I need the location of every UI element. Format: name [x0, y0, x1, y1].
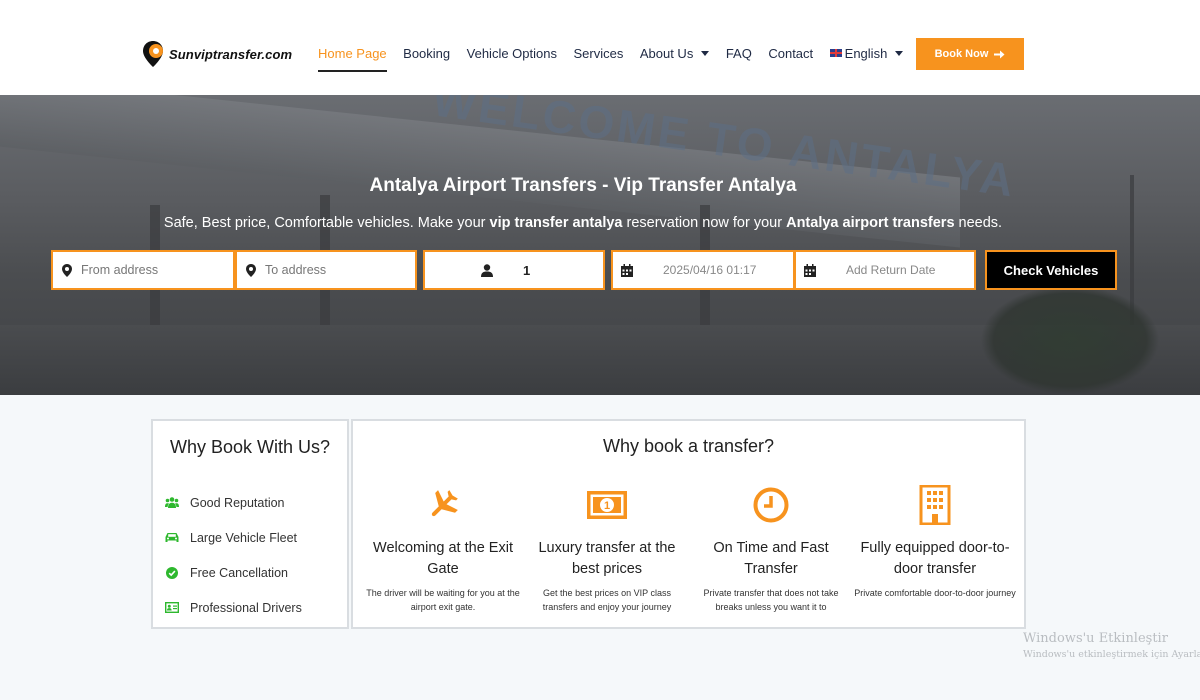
why-book-with-us-title: Why Book With Us?	[169, 437, 331, 457]
to-address-placeholder: To address	[265, 263, 327, 277]
why-book-with-us-list: Good Reputation Large Vehicle Fleet Free…	[165, 485, 302, 625]
to-address-input[interactable]: To address	[235, 250, 417, 290]
return-date-placeholder: Add Return Date	[846, 263, 936, 277]
check-vehicles-button[interactable]: Check Vehicles	[985, 250, 1117, 290]
list-item: Large Vehicle Fleet	[165, 520, 302, 555]
hero-banner: WELCOME TO ANTALYA Antalya Airport Trans…	[0, 95, 1200, 395]
watermark-line2: Windows'u etkinleştirmek için Ayarlar'a …	[1023, 649, 1200, 660]
list-item: Good Reputation	[165, 485, 302, 520]
nav-faq-label: FAQ	[725, 45, 752, 61]
logo-text: Sunviptransfer.com	[169, 46, 293, 62]
uk-flag-icon	[829, 49, 842, 57]
calendar-icon	[621, 263, 633, 277]
nav-home-page-label: Home Page	[318, 45, 387, 61]
check-vehicles-label: Check Vehicles	[1003, 262, 1099, 278]
from-address-placeholder: From address	[81, 263, 159, 277]
feature-title: Luxury transfer at the best prices	[538, 540, 676, 577]
list-item-label: Good Reputation	[190, 495, 285, 510]
list-item: Professional Drivers	[165, 590, 302, 625]
id-card-icon	[165, 601, 179, 615]
why-book-transfer-panel: Why book a transfer? Welcoming at the Ex…	[351, 419, 1026, 629]
logo-pin-icon	[143, 41, 163, 67]
book-now-button[interactable]: Book Now	[916, 38, 1024, 70]
nav-vehicle-options-label: Vehicle Options	[466, 45, 557, 61]
nav-faq[interactable]: FAQ	[726, 46, 752, 61]
main-menu: Home Page Booking Vehicle Options Servic…	[318, 44, 920, 72]
book-now-label: Book Now	[934, 48, 989, 60]
list-item-label: Free Cancellation	[190, 565, 288, 580]
list-item: Free Cancellation	[165, 555, 302, 590]
nav-about-us[interactable]: About Us	[639, 45, 710, 61]
hero-subtitle-bold: vip transfer antalya	[489, 215, 623, 231]
nav-about-us-label: About Us	[639, 45, 694, 61]
hero-title: Antalya Airport Transfers - Vip Transfer…	[369, 175, 797, 196]
feature-card: Fully equipped door-to-door transfer Pri…	[853, 485, 1017, 600]
feature-title: On Time and Fast Transfer	[713, 540, 829, 577]
feature-description: Get the best prices on VIP class transfe…	[542, 588, 672, 612]
hero-subtitle-text: reservation now for your	[622, 215, 787, 231]
nav-language-select[interactable]: English	[829, 45, 904, 61]
why-book-transfer-title: Why book a transfer?	[602, 436, 775, 456]
feature-card: Welcoming at the Exit Gate The driver wi…	[361, 485, 525, 614]
chevron-down-icon	[895, 50, 904, 56]
pickup-date-value: 2025/04/16 01:17	[663, 263, 757, 277]
nav-contact[interactable]: Contact	[768, 46, 813, 61]
svg-text:1: 1	[604, 500, 610, 512]
nav-booking-label: Booking	[403, 45, 451, 61]
nav-booking[interactable]: Booking	[403, 46, 450, 61]
feature-card: 1 Luxury transfer at the best prices Get…	[525, 485, 689, 614]
calendar-icon	[804, 263, 816, 277]
nav-home-page[interactable]: Home Page	[318, 45, 387, 72]
building-icon	[853, 485, 1017, 525]
windows-activation-watermark: Windows'u Etkinleştir Windows'u etkinleş…	[1023, 631, 1200, 660]
list-item-label: Large Vehicle Fleet	[190, 530, 298, 545]
car-icon	[165, 531, 179, 545]
transfer-search-form: From address To address 1 2025/04/16 01:…	[51, 250, 1117, 290]
passenger-count-input[interactable]: 1	[423, 250, 605, 290]
pickup-date-input[interactable]: 2025/04/16 01:17	[611, 250, 795, 290]
chevron-down-icon	[701, 50, 710, 56]
from-address-input[interactable]: From address	[51, 250, 235, 290]
plane-icon	[361, 485, 525, 525]
hero-subtitle-text: Safe, Best price, Comfortable vehicles. …	[163, 215, 490, 231]
why-book-with-us-panel: Why Book With Us? Good Reputation Large …	[151, 419, 349, 629]
feature-title: Fully equipped door-to-door transfer	[860, 540, 1010, 577]
money-bill-icon: 1	[525, 485, 689, 525]
arrow-right-icon	[994, 50, 1005, 58]
check-circle-icon	[165, 566, 179, 580]
nav-contact-label: Contact	[768, 45, 814, 61]
feature-card: On Time and Fast Transfer Private transf…	[689, 485, 853, 614]
feature-description: The driver will be waiting for you at th…	[366, 588, 520, 612]
users-icon	[165, 496, 179, 510]
return-date-input[interactable]: Add Return Date	[794, 250, 976, 290]
user-icon	[481, 263, 493, 277]
passenger-count-value: 1	[523, 262, 531, 278]
hero-subtitle-bold: Antalya airport transfers	[786, 215, 955, 231]
nav-services-label: Services	[573, 45, 624, 61]
hero-subtitle-text: needs.	[954, 215, 1003, 231]
site-logo[interactable]: Sunviptransfer.com	[142, 40, 292, 68]
map-marker-icon	[61, 263, 73, 277]
list-item-label: Professional Drivers	[190, 600, 302, 615]
map-marker-icon	[245, 263, 257, 277]
hero-background-tree	[980, 285, 1160, 395]
nav-services[interactable]: Services	[573, 46, 623, 61]
nav-vehicle-options[interactable]: Vehicle Options	[467, 46, 557, 61]
hero-subtitle: Safe, Best price, Comfortable vehicles. …	[0, 215, 1166, 231]
feature-description: Private comfortable door-to-door journey	[854, 588, 1016, 598]
feature-description: Private transfer that does not take brea…	[703, 588, 839, 612]
clock-icon	[689, 485, 853, 525]
watermark-line1: Windows'u Etkinleştir	[1023, 631, 1168, 646]
feature-title: Welcoming at the Exit Gate	[373, 540, 513, 577]
nav-language-label: English	[844, 45, 888, 61]
top-navbar: Sunviptransfer.com Home Page Booking Veh…	[0, 0, 1200, 95]
